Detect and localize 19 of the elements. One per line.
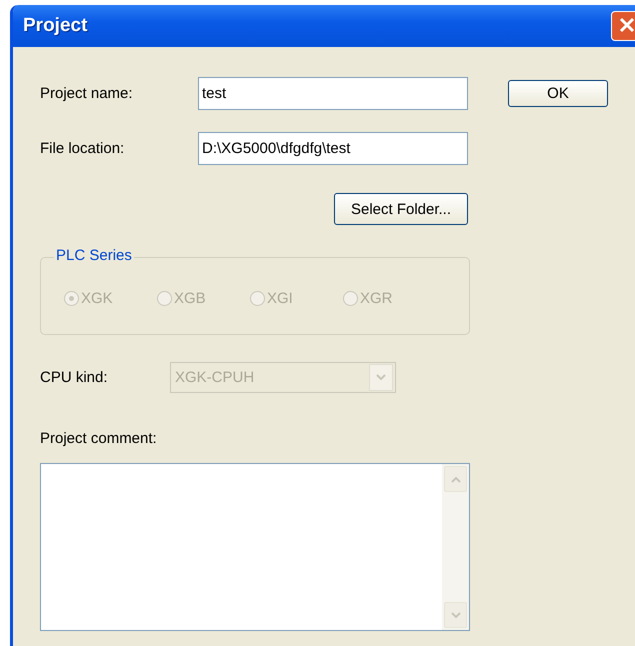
radio-label: XGB <box>174 290 206 307</box>
text-field[interactable]: D:\XG5000\dfgdfg\test <box>198 132 468 165</box>
ok-button[interactable]: OK <box>508 80 608 107</box>
field-label: File location: <box>40 140 126 157</box>
comment-field[interactable] <box>40 463 470 631</box>
window-title: Project <box>23 15 88 37</box>
radio-label: XGR <box>360 290 393 307</box>
field-label: Project name: <box>40 85 134 102</box>
scroll-up-icon[interactable] <box>444 466 467 492</box>
text-field[interactable]: test <box>198 77 468 110</box>
dropdown: XGK-CPUH <box>170 362 396 393</box>
radio-label: XGI <box>267 290 293 307</box>
close-icon[interactable] <box>611 11 635 41</box>
scroll-down-icon[interactable] <box>444 602 467 628</box>
field-label: Project comment: <box>40 430 158 447</box>
select-folder-button[interactable]: Select Folder... <box>334 193 468 225</box>
radio-label: XGK <box>81 290 113 307</box>
scrollbar[interactable] <box>442 464 469 630</box>
field-label: CPU kind: <box>40 369 109 386</box>
